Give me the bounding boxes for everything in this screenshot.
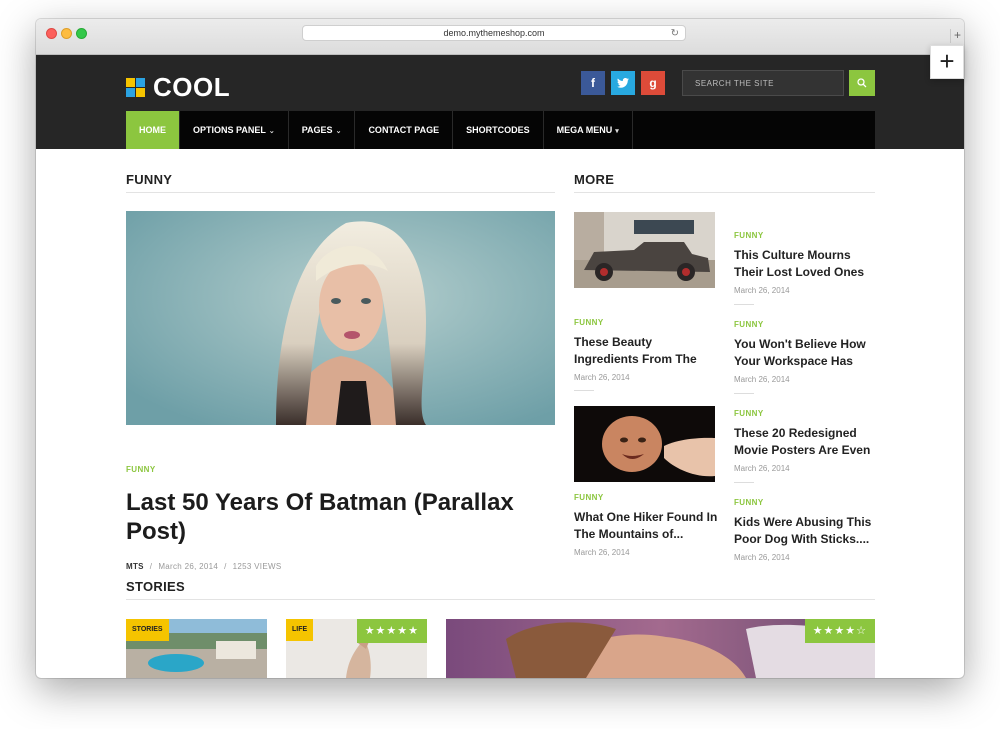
new-tab-icon[interactable]: + bbox=[950, 29, 964, 43]
chevron-down-icon: ⌄ bbox=[268, 128, 275, 135]
story-card[interactable]: STORIES bbox=[126, 619, 267, 678]
browser-toolbar: demo.mythemeshop.com ↻ + bbox=[36, 19, 964, 55]
nav-item-contact-page[interactable]: CONTACT PAGE bbox=[355, 111, 454, 149]
divider bbox=[734, 304, 754, 305]
post-thumbnail[interactable] bbox=[574, 406, 715, 482]
story-card[interactable]: LIFE ★★★★★ bbox=[286, 619, 427, 678]
search-icon bbox=[857, 78, 867, 88]
address-text: demo.mythemeshop.com bbox=[443, 28, 545, 38]
address-bar[interactable]: demo.mythemeshop.com ↻ bbox=[302, 25, 686, 41]
category-badge[interactable]: STORIES bbox=[126, 619, 169, 641]
post-category[interactable]: FUNNY bbox=[734, 320, 764, 329]
nav-item-shortcodes[interactable]: SHORTCODES bbox=[453, 111, 544, 149]
post-meta: MTS / March 26, 2014/1253 VIEWS bbox=[126, 562, 282, 571]
post-date: March 26, 2014 bbox=[734, 375, 790, 384]
nav-item-pages[interactable]: PAGES ⌄ bbox=[289, 111, 356, 149]
add-icon[interactable]: + bbox=[930, 45, 964, 79]
section-title-more: MORE bbox=[574, 172, 615, 187]
post-author[interactable]: MTS bbox=[126, 562, 144, 571]
featured-image[interactable] bbox=[126, 211, 555, 425]
divider bbox=[574, 192, 875, 193]
category-badge[interactable]: LIFE bbox=[286, 619, 314, 641]
divider bbox=[126, 192, 555, 193]
facebook-icon[interactable]: f bbox=[581, 71, 605, 95]
minimize-window-button[interactable] bbox=[61, 28, 72, 39]
post-category[interactable]: FUNNY bbox=[574, 318, 604, 327]
post-date: March 26, 2014 bbox=[574, 548, 630, 557]
post-views: 1253 VIEWS bbox=[232, 562, 282, 571]
google-plus-icon[interactable]: g bbox=[641, 71, 665, 95]
logo-text: COOL bbox=[153, 72, 231, 102]
page-content: FUNNY FUNNY Last 50 Years Of Batman (Par… bbox=[36, 149, 964, 678]
zoom-window-button[interactable] bbox=[76, 28, 87, 39]
nav-item-home[interactable]: HOME bbox=[126, 111, 180, 149]
caret-down-icon: ▾ bbox=[615, 128, 619, 135]
logo-icon bbox=[126, 77, 146, 98]
post-title[interactable]: Kids Were Abusing This Poor Dog With Sti… bbox=[734, 514, 879, 548]
divider bbox=[574, 390, 594, 391]
story-card[interactable]: ★★★★☆ bbox=[446, 619, 875, 678]
main-navigation: HOME OPTIONS PANEL ⌄ PAGES ⌄ CONTACT PAGE … bbox=[126, 111, 875, 149]
featured-post-title[interactable]: Last 50 Years Of Batman (Parallax Post) bbox=[126, 488, 555, 546]
reload-icon[interactable]: ↻ bbox=[671, 26, 679, 41]
rating-stars: ★★★★☆ bbox=[804, 619, 875, 643]
rating-stars: ★★★★★ bbox=[356, 619, 427, 643]
nav-item-mega-menu[interactable]: MEGA MENU ▾ bbox=[544, 111, 633, 149]
twitter-icon[interactable] bbox=[611, 71, 635, 95]
post-date: March 26, 2014 bbox=[158, 562, 219, 571]
section-title-funny: FUNNY bbox=[126, 172, 173, 187]
site-header: COOL f g HOME OPTIONS PANEL⌄ PAGES⌄ CONT… bbox=[36, 55, 964, 149]
post-date: March 26, 2014 bbox=[734, 464, 790, 473]
site-logo[interactable]: COOL bbox=[126, 72, 230, 103]
browser-window: demo.mythemeshop.com ↻ + COOL f g HOME O… bbox=[36, 19, 964, 678]
post-date: March 26, 2014 bbox=[734, 553, 790, 562]
post-category[interactable]: FUNNY bbox=[734, 409, 764, 418]
divider bbox=[734, 393, 754, 394]
post-date: March 26, 2014 bbox=[574, 373, 630, 382]
post-title[interactable]: These Beauty Ingredients From The bbox=[574, 334, 719, 368]
post-category[interactable]: FUNNY bbox=[126, 465, 156, 474]
post-title[interactable]: What One Hiker Found In The Mountains of… bbox=[574, 509, 719, 543]
search-input[interactable] bbox=[683, 71, 843, 95]
post-title[interactable]: You Won't Believe How Your Workspace Has bbox=[734, 336, 879, 370]
post-thumbnail[interactable] bbox=[574, 212, 715, 288]
divider bbox=[734, 482, 754, 483]
chevron-down-icon: ⌄ bbox=[335, 128, 342, 135]
nav-item-options-panel[interactable]: OPTIONS PANEL ⌄ bbox=[180, 111, 289, 149]
search-box bbox=[682, 70, 844, 96]
post-category[interactable]: FUNNY bbox=[734, 231, 764, 240]
close-window-button[interactable] bbox=[46, 28, 57, 39]
post-title[interactable]: These 20 Redesigned Movie Posters Are Ev… bbox=[734, 425, 879, 459]
post-category[interactable]: FUNNY bbox=[734, 498, 764, 507]
post-title[interactable]: This Culture Mourns Their Lost Loved One… bbox=[734, 247, 879, 281]
post-category[interactable]: FUNNY bbox=[574, 493, 604, 502]
search-button[interactable] bbox=[849, 70, 875, 96]
post-date: March 26, 2014 bbox=[734, 286, 790, 295]
divider bbox=[126, 599, 875, 600]
section-title-stories: STORIES bbox=[126, 579, 185, 594]
